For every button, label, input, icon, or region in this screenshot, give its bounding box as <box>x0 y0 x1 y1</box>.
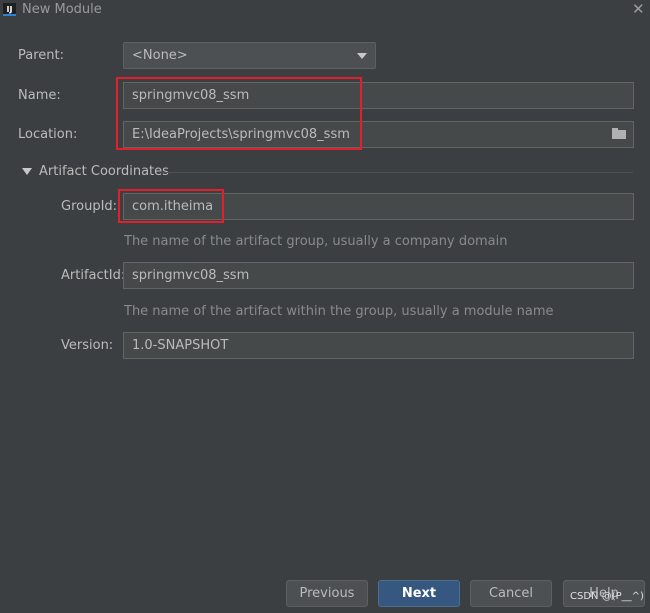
artifactid-label: ArtifactId: <box>61 268 126 283</box>
title-bar: IJ New Module ✕ <box>0 0 650 20</box>
intellij-app-icon: IJ <box>3 3 16 16</box>
next-button[interactable]: Next <box>378 580 460 607</box>
parent-select[interactable]: <None> <box>123 42 376 69</box>
groupid-hint: The name of the artifact group, usually … <box>124 234 508 249</box>
chevron-down-icon <box>357 53 367 59</box>
section-title-artifact-coordinates: Artifact Coordinates <box>39 164 169 179</box>
groupid-field[interactable]: com.itheima <box>123 193 634 220</box>
version-field[interactable]: 1.0-SNAPSHOT <box>123 332 634 359</box>
cancel-button[interactable]: Cancel <box>470 580 552 607</box>
artifactid-hint: The name of the artifact within the grou… <box>124 304 554 319</box>
parent-label: Parent: <box>18 48 64 63</box>
groupid-label: GroupId: <box>61 199 118 214</box>
artifactid-field[interactable]: springmvc08_ssm <box>123 262 634 289</box>
watermark-text: CSDN @(P__^) <box>570 591 644 602</box>
collapse-arrow-icon[interactable] <box>22 168 32 175</box>
location-label: Location: <box>18 127 78 142</box>
section-separator <box>162 172 633 173</box>
close-icon[interactable]: ✕ <box>632 0 645 18</box>
name-field[interactable]: springmvc08_ssm <box>123 82 634 109</box>
version-label: Version: <box>61 338 114 353</box>
location-field[interactable]: E:\IdeaProjects\springmvc08_ssm <box>123 121 634 148</box>
previous-button[interactable]: Previous <box>286 580 368 607</box>
name-label: Name: <box>18 88 61 103</box>
folder-icon[interactable] <box>612 128 626 139</box>
parent-select-value: <None> <box>132 48 188 63</box>
location-field-value: E:\IdeaProjects\springmvc08_ssm <box>132 127 350 142</box>
window-title: New Module <box>22 2 102 17</box>
